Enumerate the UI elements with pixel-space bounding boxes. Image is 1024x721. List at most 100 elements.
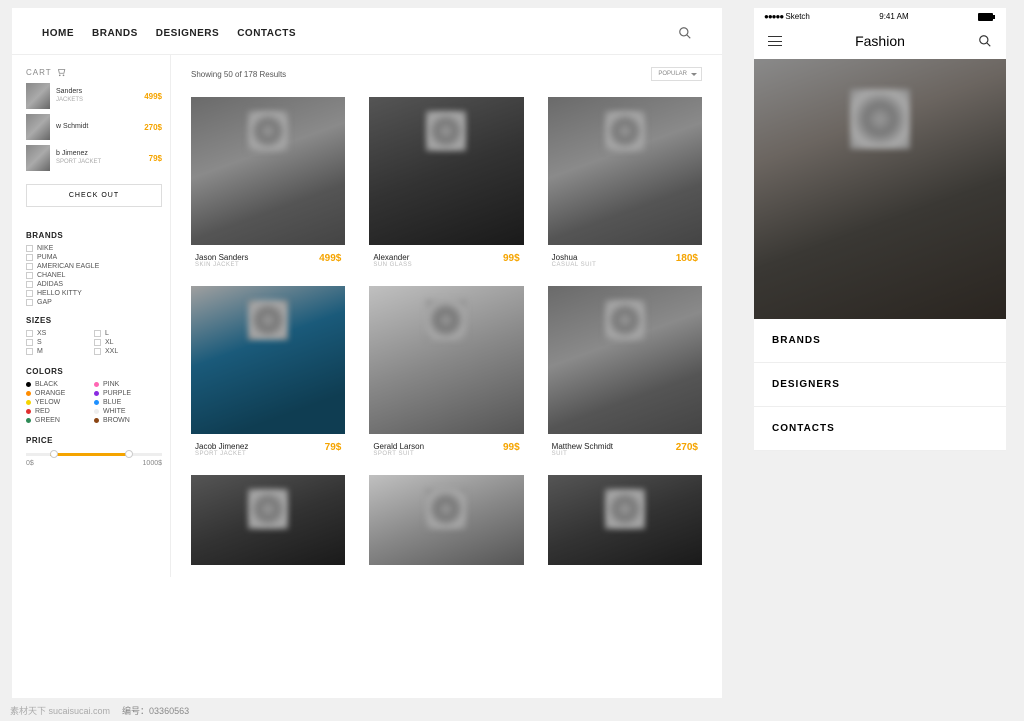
product-image <box>548 475 702 565</box>
product-subtype: SPORT SUIT <box>373 451 424 457</box>
color-filter[interactable]: WHITE <box>94 408 162 415</box>
cart-item-name: b Jimenez <box>56 150 149 158</box>
color-filter[interactable]: RED <box>26 408 94 415</box>
product-card[interactable]: Matthew Schmidt SUIT 270$ <box>548 286 702 457</box>
color-filter[interactable]: YELOW <box>26 399 94 406</box>
checkbox-icon[interactable] <box>26 272 33 279</box>
sort-dropdown[interactable]: POPULAR <box>651 67 702 81</box>
product-card[interactable]: Joshua CASUAL SUIT 180$ <box>548 97 702 268</box>
cart-item-price: 79$ <box>149 154 162 163</box>
brand-filter[interactable]: HELLO KITTY <box>26 290 162 297</box>
checkbox-icon[interactable] <box>26 299 33 306</box>
brand-filter[interactable]: ADIDAS <box>26 281 162 288</box>
search-icon[interactable] <box>678 26 692 40</box>
size-filter[interactable]: S <box>26 339 94 346</box>
size-label: XL <box>105 339 114 346</box>
color-filter[interactable]: GREEN <box>26 417 94 424</box>
size-filter[interactable]: M <box>26 348 94 355</box>
product-image <box>369 286 523 434</box>
mobile-title: Fashion <box>855 33 905 49</box>
cart-item[interactable]: b JimenezSPORT JACKET 79$ <box>26 145 162 171</box>
color-label: WHITE <box>103 408 126 415</box>
footer-id: 03360563 <box>149 706 189 716</box>
color-label: ORANGE <box>35 390 65 397</box>
product-card[interactable]: Jason Sanders SKIN JACKET 499$ <box>191 97 345 268</box>
price-slider[interactable] <box>26 453 162 456</box>
brand-filter[interactable]: NIKE <box>26 245 162 252</box>
product-subtype: SKIN JACKET <box>195 262 248 268</box>
mobile-menu-item[interactable]: DESIGNERS <box>754 363 1006 407</box>
product-name: Gerald Larson <box>373 442 424 451</box>
status-time: 9:41 AM <box>879 12 908 21</box>
checkbox-icon[interactable] <box>26 290 33 297</box>
nav-home[interactable]: HOME <box>42 28 74 39</box>
color-filter[interactable]: PURPLE <box>94 390 162 397</box>
checkbox-icon[interactable] <box>94 330 101 337</box>
checkbox-icon[interactable] <box>26 348 33 355</box>
price-thumb-max[interactable] <box>125 450 133 458</box>
cart-label: CART <box>26 68 52 77</box>
cart-item-name: Sanders <box>56 88 144 96</box>
footer-brand: 素材天下 sucaisucai.com <box>10 704 110 717</box>
nav-designers[interactable]: DESIGNERS <box>156 28 219 39</box>
checkbox-icon[interactable] <box>26 263 33 270</box>
size-filter[interactable]: XXL <box>94 348 162 355</box>
brand-filter[interactable]: GAP <box>26 299 162 306</box>
product-image <box>191 475 345 565</box>
product-card[interactable]: Jacob Jimenez SPORT JACKET 79$ <box>191 286 345 457</box>
brand-filter[interactable]: PUMA <box>26 254 162 261</box>
product-card[interactable] <box>369 475 523 565</box>
size-label: XXL <box>105 348 118 355</box>
product-price: 270$ <box>676 442 698 453</box>
battery-icon <box>978 13 996 21</box>
product-card[interactable] <box>191 475 345 565</box>
color-filter[interactable]: ORANGE <box>26 390 94 397</box>
checkbox-icon[interactable] <box>94 339 101 346</box>
results-count: Showing 50 of 178 Results <box>191 70 286 79</box>
brand-filter[interactable]: CHANEL <box>26 272 162 279</box>
cart-item-image <box>26 145 50 171</box>
mobile-menu-item[interactable]: CONTACTS <box>754 407 1006 451</box>
size-filter[interactable]: XL <box>94 339 162 346</box>
color-swatch-icon <box>26 391 31 396</box>
colors-title: COLORS <box>26 367 162 376</box>
cart-item[interactable]: w Schmidt 270$ <box>26 114 162 140</box>
color-swatch-icon <box>94 418 99 423</box>
color-label: PURPLE <box>103 390 131 397</box>
brand-filter[interactable]: AMERICAN EAGLE <box>26 263 162 270</box>
product-card[interactable]: Alexander SUN GLASS 99$ <box>369 97 523 268</box>
color-filter[interactable]: BLUE <box>94 399 162 406</box>
checkbox-icon[interactable] <box>26 281 33 288</box>
checkbox-icon[interactable] <box>94 348 101 355</box>
cart-item-image <box>26 114 50 140</box>
product-price: 79$ <box>325 442 342 453</box>
mobile-menu-item[interactable]: BRANDS <box>754 319 1006 363</box>
nav-brands[interactable]: BRANDS <box>92 28 138 39</box>
product-name: Alexander <box>373 253 412 262</box>
color-filter[interactable]: PINK <box>94 381 162 388</box>
product-price: 180$ <box>676 253 698 264</box>
price-thumb-min[interactable] <box>50 450 58 458</box>
checkbox-icon[interactable] <box>26 254 33 261</box>
size-filter[interactable]: XS <box>26 330 94 337</box>
checkbox-icon[interactable] <box>26 245 33 252</box>
product-card[interactable]: Gerald Larson SPORT SUIT 99$ <box>369 286 523 457</box>
color-label: GREEN <box>35 417 60 424</box>
checkbox-icon[interactable] <box>26 339 33 346</box>
checkbox-icon[interactable] <box>26 330 33 337</box>
nav-contacts[interactable]: CONTACTS <box>237 28 296 39</box>
size-filter[interactable]: L <box>94 330 162 337</box>
hamburger-icon[interactable] <box>768 36 782 46</box>
product-price: 99$ <box>503 442 520 453</box>
price-min: 0$ <box>26 460 34 467</box>
search-icon[interactable] <box>978 34 992 48</box>
brand-label: AMERICAN EAGLE <box>37 263 99 270</box>
color-label: BROWN <box>103 417 130 424</box>
color-filter[interactable]: BLACK <box>26 381 94 388</box>
color-filter[interactable]: BROWN <box>94 417 162 424</box>
checkout-button[interactable]: CHECK OUT <box>26 184 162 207</box>
cart-item[interactable]: SandersJACKETS 499$ <box>26 83 162 109</box>
product-card[interactable] <box>548 475 702 565</box>
footer-id-label: 编号： <box>122 706 149 716</box>
color-swatch-icon <box>26 409 31 414</box>
